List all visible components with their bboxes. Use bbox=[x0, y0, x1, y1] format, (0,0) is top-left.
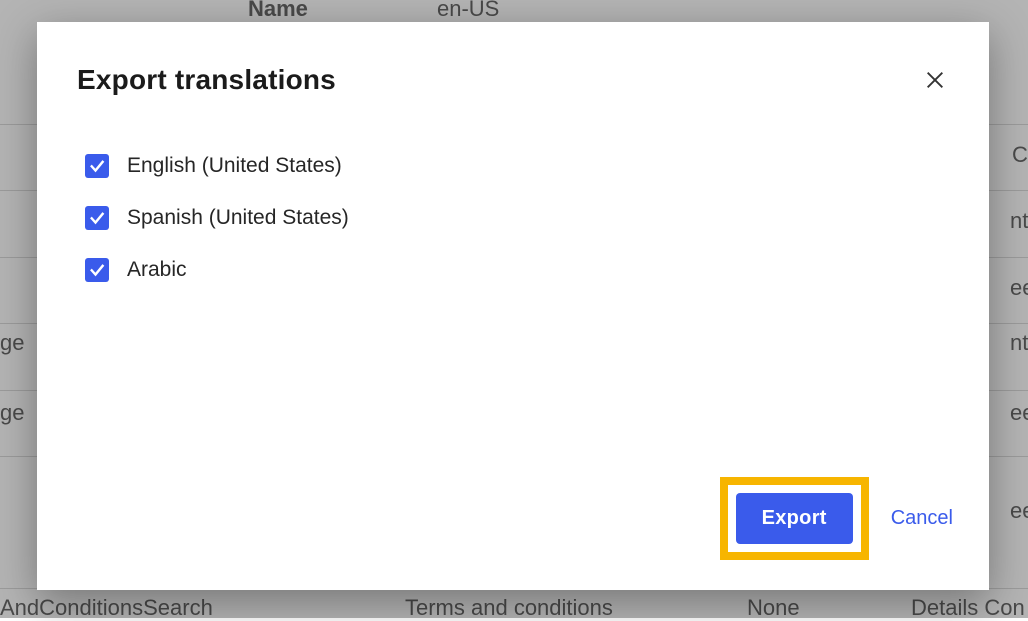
dialog-body: English (United States) Spanish (United … bbox=[37, 100, 989, 477]
cancel-button[interactable]: Cancel bbox=[891, 507, 953, 530]
language-option-es-us[interactable]: Spanish (United States) bbox=[85, 192, 949, 244]
checkbox-es-us[interactable] bbox=[85, 206, 109, 230]
check-icon bbox=[88, 261, 106, 279]
language-option-en-us[interactable]: English (United States) bbox=[85, 140, 949, 192]
export-translations-dialog: Export translations English (United Stat… bbox=[37, 22, 989, 590]
dialog-footer: Export Cancel bbox=[37, 477, 989, 590]
language-option-ar[interactable]: Arabic bbox=[85, 244, 949, 296]
check-icon bbox=[88, 209, 106, 227]
language-label: English (United States) bbox=[127, 154, 342, 178]
export-button-highlight: Export bbox=[720, 477, 869, 560]
dialog-header: Export translations bbox=[37, 22, 989, 100]
close-icon bbox=[924, 69, 946, 91]
checkbox-en-us[interactable] bbox=[85, 154, 109, 178]
export-button[interactable]: Export bbox=[736, 493, 853, 544]
check-icon bbox=[88, 157, 106, 175]
checkbox-ar[interactable] bbox=[85, 258, 109, 282]
close-button[interactable] bbox=[915, 60, 955, 100]
language-label: Arabic bbox=[127, 258, 187, 282]
language-label: Spanish (United States) bbox=[127, 206, 349, 230]
dialog-title: Export translations bbox=[77, 64, 336, 96]
